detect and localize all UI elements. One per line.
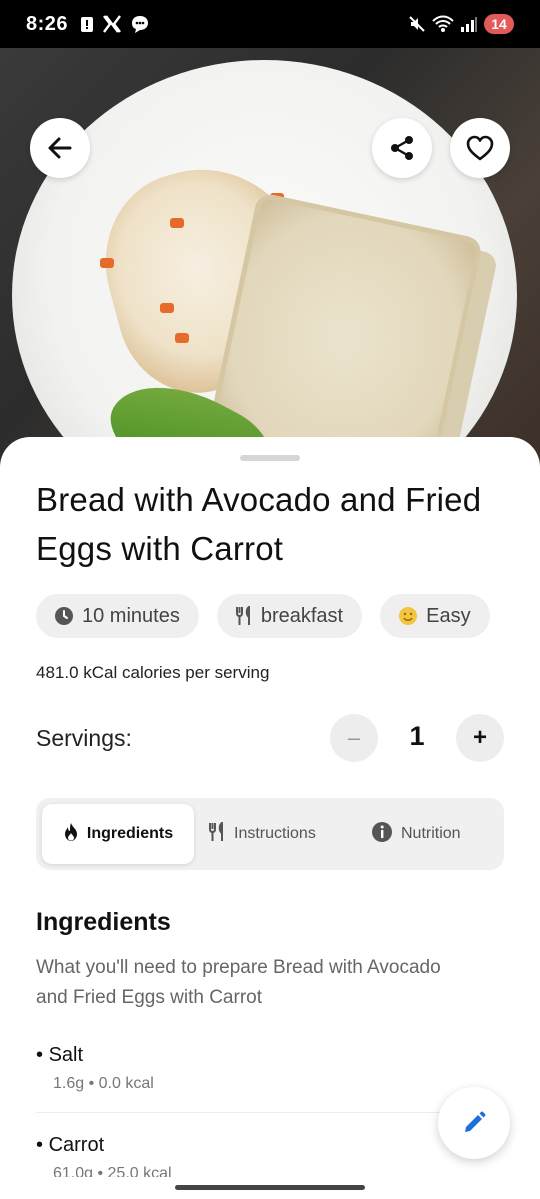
- tab-ingredients[interactable]: Ingredients: [42, 804, 194, 864]
- calories-per-serving: 481.0 kCal calories per serving: [36, 663, 270, 682]
- favorite-button[interactable]: [450, 118, 510, 178]
- time-chip: 10 minutes: [36, 594, 199, 638]
- info-icon: [371, 821, 393, 848]
- difficulty-chip-label: Easy: [426, 604, 471, 627]
- notification-icon: [80, 15, 94, 33]
- status-bar: 8:26 14: [0, 0, 540, 48]
- difficulty-chip: Easy: [380, 594, 490, 638]
- decrease-servings-button[interactable]: –: [330, 714, 378, 762]
- time-chip-label: 10 minutes: [82, 604, 180, 627]
- x-app-icon: [102, 15, 122, 33]
- tab-nutrition[interactable]: Nutrition: [371, 804, 461, 864]
- status-time: 8:26: [26, 12, 69, 35]
- home-gesture-handle[interactable]: [175, 1185, 365, 1190]
- carrot-piece: [175, 333, 189, 343]
- smiley-icon: [398, 606, 418, 626]
- share-icon: [391, 136, 413, 160]
- ingredient-name-text: Salt: [48, 1044, 84, 1066]
- carrot-piece: [100, 258, 114, 268]
- tab-nutrition-label: Nutrition: [401, 825, 461, 842]
- heart-icon: [466, 135, 494, 161]
- recipe-title: Bread with Avocado and Fried Eggs with C…: [36, 481, 482, 567]
- edit-recipe-button[interactable]: [438, 1087, 510, 1159]
- back-button[interactable]: [30, 118, 90, 178]
- ingredients-heading: Ingredients: [36, 908, 171, 936]
- sheet-drag-handle[interactable]: [240, 455, 300, 461]
- pencil-icon: [465, 1111, 486, 1132]
- ingredient-item: • Salt 1.6g • 0.0 kcal: [36, 1044, 154, 1093]
- carrot-piece: [160, 303, 174, 313]
- servings-label: Servings:: [36, 725, 132, 751]
- meal-type-chip: breakfast: [216, 594, 363, 638]
- share-button[interactable]: [372, 118, 432, 178]
- ingredients-description: What you'll need to prepare Bread with A…: [36, 957, 441, 1008]
- system-nav-bar: [0, 1177, 540, 1199]
- fork-knife-icon: [208, 820, 226, 847]
- ingredient-name-text: Carrot: [48, 1134, 105, 1156]
- servings-value: 1: [409, 721, 425, 751]
- ingredient-name: • Carrot: [36, 1134, 105, 1156]
- fork-knife-icon: [235, 606, 253, 626]
- ingredient-divider: [36, 1112, 504, 1113]
- signal-icon: [460, 16, 478, 32]
- message-icon: [130, 14, 150, 34]
- arrow-left-icon: [48, 137, 72, 159]
- tab-instructions-label: Instructions: [234, 825, 316, 842]
- increase-servings-button[interactable]: +: [456, 714, 504, 762]
- battery-indicator: 14: [484, 14, 514, 34]
- recipe-details-sheet: Bread with Avocado and Fried Eggs with C…: [0, 437, 540, 1199]
- mute-icon: [408, 15, 426, 33]
- wifi-icon: [432, 15, 454, 33]
- carrot-piece: [170, 218, 184, 228]
- recipe-info-chips: 10 minutes breakfast Easy: [36, 594, 490, 638]
- tab-instructions[interactable]: Instructions: [208, 804, 316, 864]
- flame-icon: [63, 822, 79, 847]
- recipe-photo: [0, 48, 540, 468]
- clock-icon: [54, 606, 74, 626]
- ingredient-meta: 1.6g • 0.0 kcal: [53, 1075, 154, 1092]
- meal-type-chip-label: breakfast: [260, 604, 344, 627]
- ingredient-name: • Salt: [36, 1044, 84, 1066]
- recipe-tabs: Ingredients Instructions Nutrition: [36, 798, 504, 870]
- tab-ingredients-label: Ingredients: [86, 825, 174, 842]
- ingredient-item: • Carrot 61.0g • 25.0 kcal: [36, 1134, 172, 1183]
